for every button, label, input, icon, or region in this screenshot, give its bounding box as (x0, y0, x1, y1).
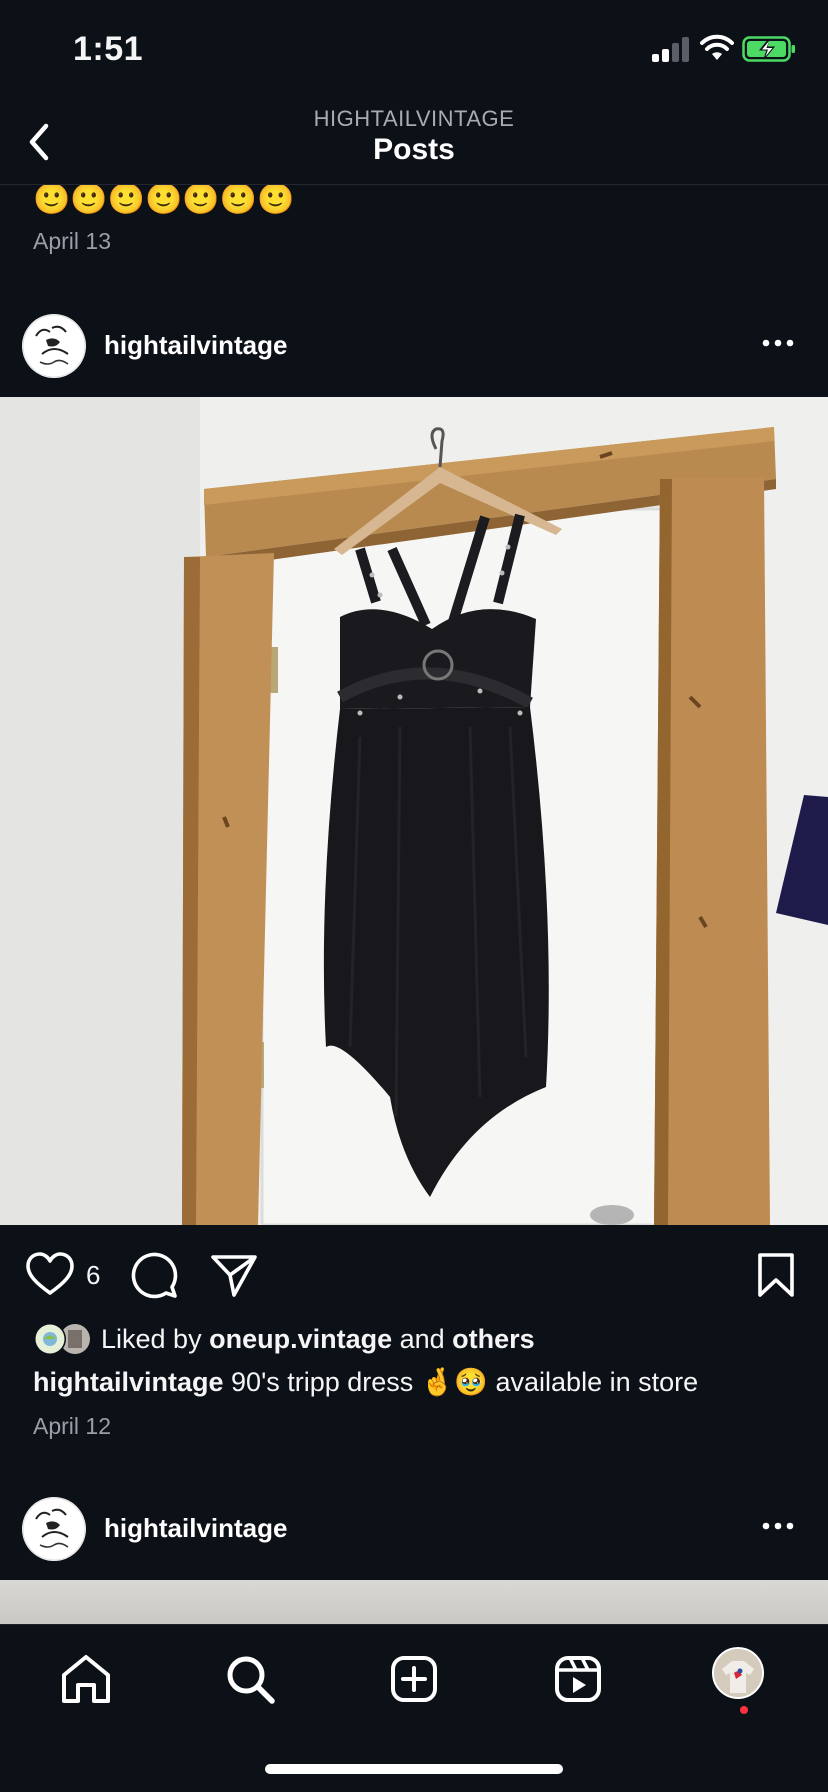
share-icon[interactable] (208, 1249, 260, 1301)
more-options-icon[interactable] (758, 1511, 798, 1541)
caption-username[interactable]: hightailvintage (33, 1367, 224, 1397)
hightail-logo-icon (22, 1497, 86, 1561)
post-image[interactable] (0, 397, 828, 1225)
posts-header: HIGHTAILVINTAGE Posts (0, 100, 828, 185)
avatar[interactable] (22, 1497, 86, 1561)
liked-by-user[interactable]: oneup.vintage (209, 1324, 392, 1354)
status-time: 1:51 (73, 30, 144, 68)
post-actions: 6 (0, 1245, 828, 1305)
cellular-signal-icon (652, 36, 692, 62)
dress-photo (0, 397, 828, 1225)
previous-post-caption: 🙂🙂🙂🙂🙂🙂🙂 (33, 183, 295, 216)
next-post-image[interactable] (0, 1580, 828, 1625)
liked-by-avatars (34, 1323, 90, 1355)
more-options-icon[interactable] (758, 328, 798, 358)
liked-by-text: Liked by oneup.vintage and others (101, 1324, 535, 1355)
post-caption: hightailvintage 90's tripp dress 🤞🥹 avai… (33, 1366, 813, 1398)
liked-by-others[interactable]: others (452, 1324, 535, 1354)
like-count[interactable]: 6 (86, 1260, 100, 1291)
reels-icon[interactable] (548, 1649, 608, 1709)
status-bar: 1:51 (0, 0, 828, 100)
liked-by-prefix: Liked by (101, 1324, 210, 1354)
search-icon[interactable] (220, 1649, 280, 1709)
next-post-header: hightailvintage (0, 1483, 828, 1573)
post-date: April 12 (33, 1413, 111, 1439)
heart-icon[interactable] (24, 1249, 76, 1301)
comment-icon[interactable] (128, 1249, 180, 1301)
liked-by-row[interactable]: Liked by oneup.vintage and others (33, 1322, 813, 1358)
account-name: HIGHTAILVINTAGE (313, 106, 515, 131)
hightail-logo-icon (22, 314, 86, 378)
next-post-username[interactable]: hightailvintage (104, 1513, 287, 1544)
battery-charging-icon (742, 36, 795, 62)
home-icon[interactable] (56, 1649, 116, 1709)
avatar[interactable] (22, 314, 86, 378)
previous-post-date: April 13 (33, 228, 111, 254)
profile-photo (714, 1649, 762, 1697)
wifi-icon (700, 34, 734, 60)
profile-avatar[interactable] (712, 1647, 764, 1699)
instagram-posts-screen: 1:51 HIGHTAILVINTAGE Posts 🙂🙂🙂🙂🙂🙂🙂 April… (0, 0, 828, 1792)
liked-by-and: and (392, 1324, 453, 1354)
caption-text: 90's tripp dress 🤞🥹 available in store (223, 1367, 699, 1397)
post-header: hightailvintage (0, 300, 828, 390)
save-bookmark-icon[interactable] (750, 1249, 802, 1301)
home-indicator[interactable] (265, 1764, 563, 1774)
post-username[interactable]: hightailvintage (104, 330, 287, 361)
create-post-icon[interactable] (384, 1649, 444, 1709)
page-title: Posts (373, 133, 455, 166)
notification-dot (740, 1706, 748, 1714)
